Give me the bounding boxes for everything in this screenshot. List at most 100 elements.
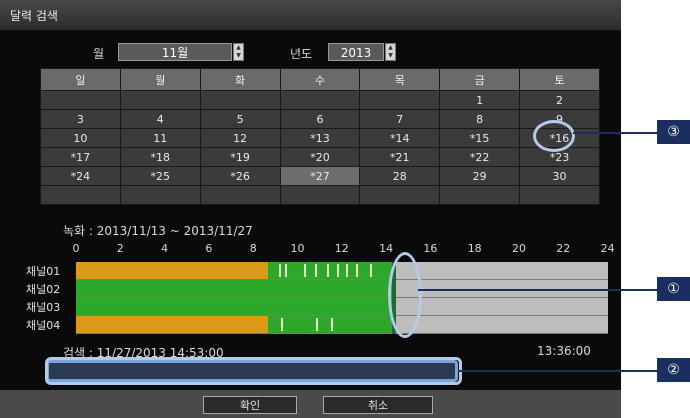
weekday-header: 일 [40, 68, 121, 91]
event-segment [76, 280, 392, 297]
callout-leader-2 [458, 370, 657, 372]
calendar-day[interactable]: 1 [439, 90, 521, 110]
weekday-header: 월 [119, 68, 201, 91]
calendar-day [359, 185, 441, 205]
calendar-day[interactable]: 10 [40, 128, 121, 148]
month-label: 월 [93, 47, 105, 61]
callout-oval-1 [388, 252, 422, 338]
hour-tick-label: 8 [249, 242, 257, 255]
hour-tick-label: 24 [600, 242, 615, 255]
calendar-day [439, 185, 521, 205]
calendar-search-window: 달력 검색 월 11월 ▲ ▼ 년도 2013 ▲ ▼ 일월화수목금토 123456… [0, 0, 621, 418]
calendar-day [199, 90, 281, 110]
month-spinner[interactable]: ▲ ▼ [233, 43, 244, 61]
window-title: 달력 검색 [10, 9, 58, 23]
calendar-week: 12 [40, 90, 600, 110]
calendar-week: 10 11 12 *13 *14 *15 *16 [40, 128, 600, 148]
channel-label: 채널04 [26, 319, 61, 332]
calendar-day[interactable]: *15 [439, 128, 521, 148]
calendar-day [279, 185, 361, 205]
calendar-day[interactable]: *21 [359, 147, 441, 167]
hour-tick-label: 14 [379, 242, 394, 255]
callout-leader-1 [418, 289, 657, 291]
calendar-grid: 일월화수목금토 1 2 3 4 5 6 7 8 9 10 11 12 *13 *14 *15 *16 *17 *1… [40, 68, 600, 205]
calendar-day [359, 90, 441, 110]
calendar-day[interactable]: *19 [199, 147, 281, 167]
calendar-week [40, 185, 600, 205]
calendar-day[interactable]: 11 [119, 128, 201, 148]
calendar-day[interactable]: *17 [40, 147, 121, 167]
month-select[interactable]: 11월 [118, 43, 232, 61]
calendar-day [519, 185, 600, 205]
calendar-day[interactable]: 5 [199, 109, 281, 129]
calendar-day[interactable]: 2 [519, 90, 600, 110]
calendar-day[interactable]: *13 [279, 128, 361, 148]
calendar-week: *17 *18 *19 *20 *21 *22 *23 [40, 147, 600, 167]
title-bar: 달력 검색 [0, 0, 621, 31]
callout-oval-3 [533, 120, 575, 152]
calendar-day[interactable]: 12 [199, 128, 281, 148]
callout-leader-3 [573, 132, 657, 134]
calendar-day [40, 90, 121, 110]
hour-tick-label: 18 [467, 242, 482, 255]
channel-label: 채널01 [26, 265, 61, 278]
calendar-day [119, 185, 201, 205]
continuous-segment [76, 262, 268, 279]
calendar-week: 3456789 [40, 109, 600, 129]
weekday-header: 토 [519, 68, 600, 91]
calendar-day[interactable]: 28 [359, 166, 441, 186]
calendar-day[interactable]: *20 [279, 147, 361, 167]
hour-tick-label: 4 [161, 242, 169, 255]
weekday-header: 화 [199, 68, 281, 91]
calendar-day[interactable]: *25 [119, 166, 201, 186]
weekday-header: 목 [359, 68, 441, 91]
calendar-day[interactable]: 29 [439, 166, 521, 186]
year-select[interactable]: 2013 [328, 43, 384, 61]
weekday-header: 수 [279, 68, 361, 91]
continuous-segment [76, 316, 268, 333]
hour-tick-label: 22 [556, 242, 571, 255]
calendar-day [279, 90, 361, 110]
calendar-day[interactable]: *26 [199, 166, 281, 186]
weekday-header: 금 [439, 68, 521, 91]
hour-tick-label: 6 [205, 242, 213, 255]
timeline-bar[interactable] [76, 262, 608, 334]
callout-frame-2 [45, 357, 462, 385]
channel-label: 채널03 [26, 301, 61, 314]
callout-marker-3: ③ [657, 120, 690, 144]
calendar-day[interactable]: *27 [279, 166, 361, 186]
channel-row-01[interactable] [76, 262, 608, 280]
calendar-day[interactable]: *14 [359, 128, 441, 148]
hour-tick-label: 20 [512, 242, 526, 255]
hour-tick-label: 0 [72, 242, 80, 255]
calendar-day [119, 90, 201, 110]
hour-tick-label: 2 [116, 242, 124, 255]
calendar-day[interactable]: 8 [439, 109, 521, 129]
callout-marker-2: ② [657, 358, 690, 382]
end-time: 13:36:00 [537, 344, 591, 358]
channel-label: 채널02 [26, 283, 61, 296]
calendar-day[interactable]: 30 [519, 166, 600, 186]
calendar-day[interactable]: *22 [439, 147, 521, 167]
hour-tick-label: 12 [334, 242, 349, 255]
calendar-day[interactable]: *18 [119, 147, 201, 167]
event-segment [76, 298, 392, 315]
channel-row-03[interactable] [76, 298, 608, 316]
cancel-button[interactable]: 취소 [323, 396, 433, 414]
event-segment [268, 316, 392, 333]
calendar-day[interactable]: 7 [359, 109, 441, 129]
calendar-day[interactable]: 3 [40, 109, 121, 129]
recording-range: 녹화 : 2013/11/13 ~ 2013/11/27 [63, 224, 253, 238]
ok-button[interactable]: 확인 [203, 396, 297, 414]
calendar-day[interactable]: *24 [40, 166, 121, 186]
calendar-day [199, 185, 281, 205]
calendar-week: *24 *25 *26 *27 28 29 30 [40, 166, 600, 186]
hour-tick-label: 10 [290, 242, 305, 255]
year-label: 년도 [290, 47, 313, 61]
calendar-day [40, 185, 121, 205]
year-spinner[interactable]: ▲ ▼ [385, 43, 396, 61]
calendar-day[interactable]: 6 [279, 109, 361, 129]
button-bar [0, 390, 621, 418]
channel-row-04[interactable] [76, 316, 608, 334]
calendar-day[interactable]: 4 [119, 109, 201, 129]
